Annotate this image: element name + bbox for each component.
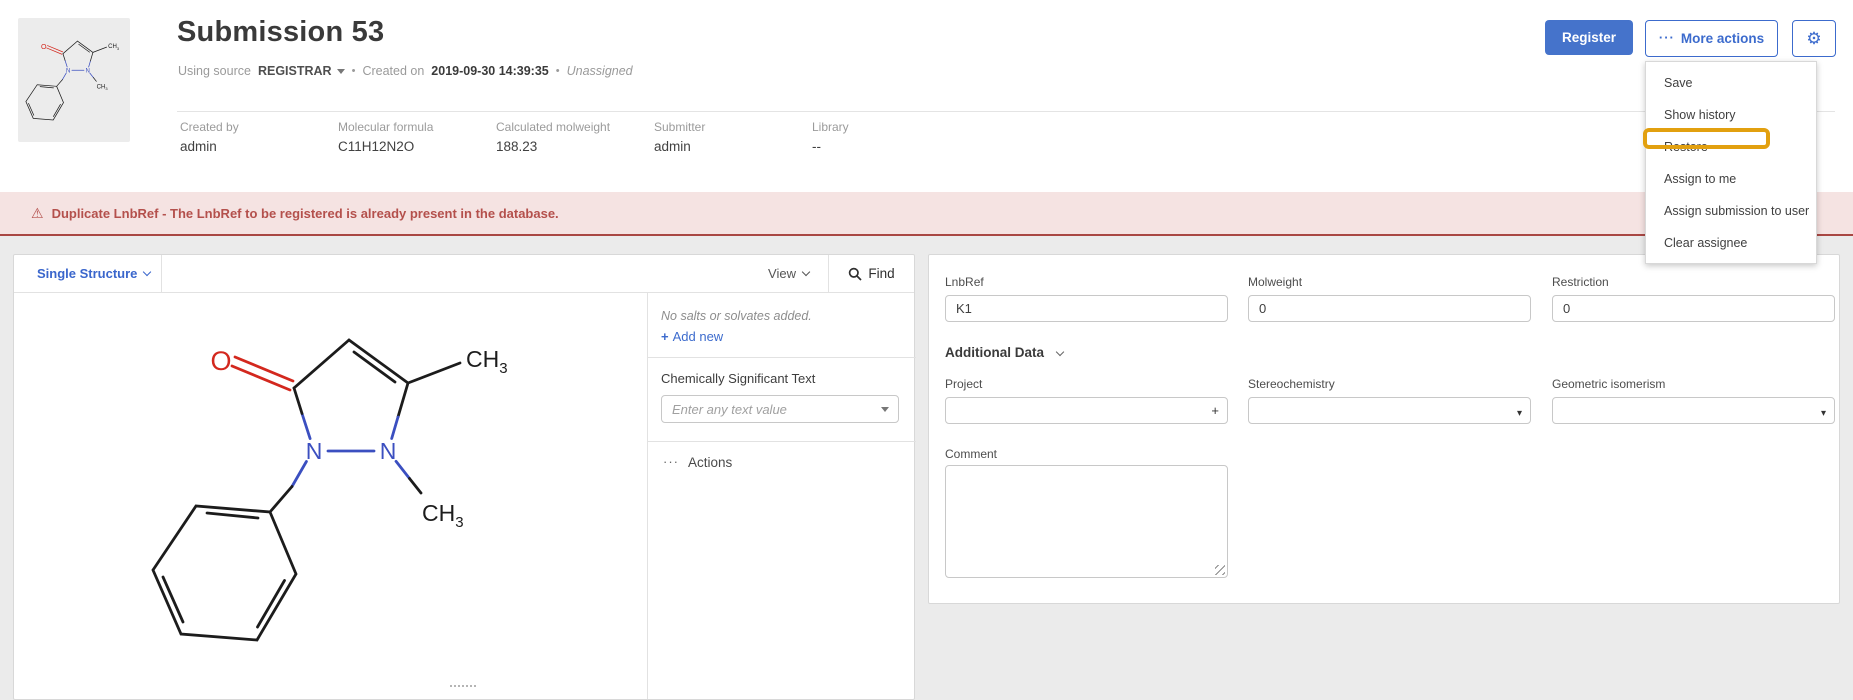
field-restriction: Restriction [1552,275,1835,322]
resize-handle-icon[interactable] [1215,565,1225,575]
more-actions-menu: Save Show history Restore Assign to me A… [1645,61,1817,264]
molweight-input[interactable] [1248,295,1531,322]
source-value: REGISTRAR [258,64,332,78]
salts-panel: No salts or solvates added. +Add new Che… [647,293,916,699]
menu-item-assign-to-me[interactable]: Assign to me [1646,163,1816,195]
using-source-label: Using source [178,64,251,78]
ellipsis-icon: ··· [1659,30,1675,45]
menu-item-restore[interactable]: Restore [1646,131,1816,163]
header-divider [177,111,1835,112]
more-actions-button[interactable]: ··· More actions [1645,20,1778,57]
chevron-down-icon [1056,348,1064,356]
restriction-input[interactable] [1552,295,1835,322]
salts-empty-text: No salts or solvates added. [661,309,812,323]
caret-down-icon [337,69,345,74]
stereochemistry-select[interactable] [1248,397,1531,424]
add-new-button[interactable]: +Add new [661,329,723,344]
assignee-status: Unassigned [567,64,633,78]
search-icon [848,267,862,281]
menu-item-assign-submission-to-user[interactable]: Assign submission to user [1646,195,1816,227]
chevron-down-icon [143,267,151,275]
cst-label: Chemically Significant Text [661,371,815,386]
meta-submitter: Submitter admin [654,120,804,154]
structure-panel: Single Structure View Find No salts or s… [13,254,915,700]
field-geometric-isomerism: Geometric isomerism ▾ [1552,377,1835,424]
plus-icon[interactable]: + [1211,403,1219,418]
warning-icon: ⚠ [31,205,44,222]
menu-item-clear-assignee[interactable]: Clear assignee [1646,227,1816,259]
meta-library: Library -- [812,120,962,154]
chevron-down-icon [802,267,810,275]
structure-thumbnail [18,18,130,142]
structure-mode-dropdown[interactable]: Single Structure [14,255,162,292]
lnbref-input[interactable] [945,295,1228,322]
caret-down-icon[interactable] [881,407,889,412]
toolbar-spacer [162,255,749,292]
comment-textarea[interactable] [945,465,1228,578]
page-title: Submission 53 [177,16,384,49]
comment-label: Comment [945,447,997,461]
view-dropdown[interactable]: View [749,255,828,292]
field-stereochemistry: Stereochemistry ▾ [1248,377,1531,424]
drag-handle[interactable] [450,685,476,687]
molecule-drawing [14,293,647,693]
menu-item-save[interactable]: Save [1646,67,1816,99]
created-on-label: Created on [362,64,424,78]
gear-icon: ⚙ [1806,29,1821,49]
plus-icon: + [661,329,669,344]
error-message: Duplicate LnbRef - The LnbRef to be regi… [52,206,559,221]
molecule-thumbnail-drawing [23,34,125,126]
field-project: Project + [945,377,1228,424]
caret-down-icon[interactable]: ▾ [1517,408,1522,419]
meta-created-by: Created by admin [180,120,330,154]
additional-data-toggle[interactable]: Additional Data [945,345,1063,360]
separator-dot: • [352,65,356,77]
meta-molecular-formula: Molecular formula C11H12N2O [338,120,488,154]
cst-input[interactable] [661,395,899,423]
find-button[interactable]: Find [828,255,914,292]
divider [647,357,916,358]
divider [647,441,916,442]
separator-dot: • [556,65,560,77]
field-lnbref: LnbRef [945,275,1228,322]
project-input[interactable] [945,397,1228,424]
actions-menu-button[interactable]: ··· Actions [663,455,732,470]
more-actions-label: More actions [1681,31,1764,46]
ellipsis-icon: ··· [663,454,679,469]
menu-item-show-history[interactable]: Show history [1646,99,1816,131]
geometric-isomerism-select[interactable] [1552,397,1835,424]
register-button[interactable]: Register [1545,20,1633,55]
settings-button[interactable]: ⚙ [1792,20,1836,57]
structure-panel-toolbar: Single Structure View Find [14,255,914,293]
submission-form-panel: LnbRef Molweight Restriction Additional … [928,254,1840,604]
error-banner: ⚠ Duplicate LnbRef - The LnbRef to be re… [0,192,1853,236]
field-molweight: Molweight [1248,275,1531,322]
created-on-value: 2019-09-30 14:39:35 [431,64,548,78]
meta-calculated-molweight: Calculated molweight 188.23 [496,120,646,154]
submission-subtitle: Using source REGISTRAR • Created on 2019… [178,64,633,78]
source-dropdown[interactable]: REGISTRAR [258,64,345,78]
caret-down-icon[interactable]: ▾ [1821,408,1826,419]
